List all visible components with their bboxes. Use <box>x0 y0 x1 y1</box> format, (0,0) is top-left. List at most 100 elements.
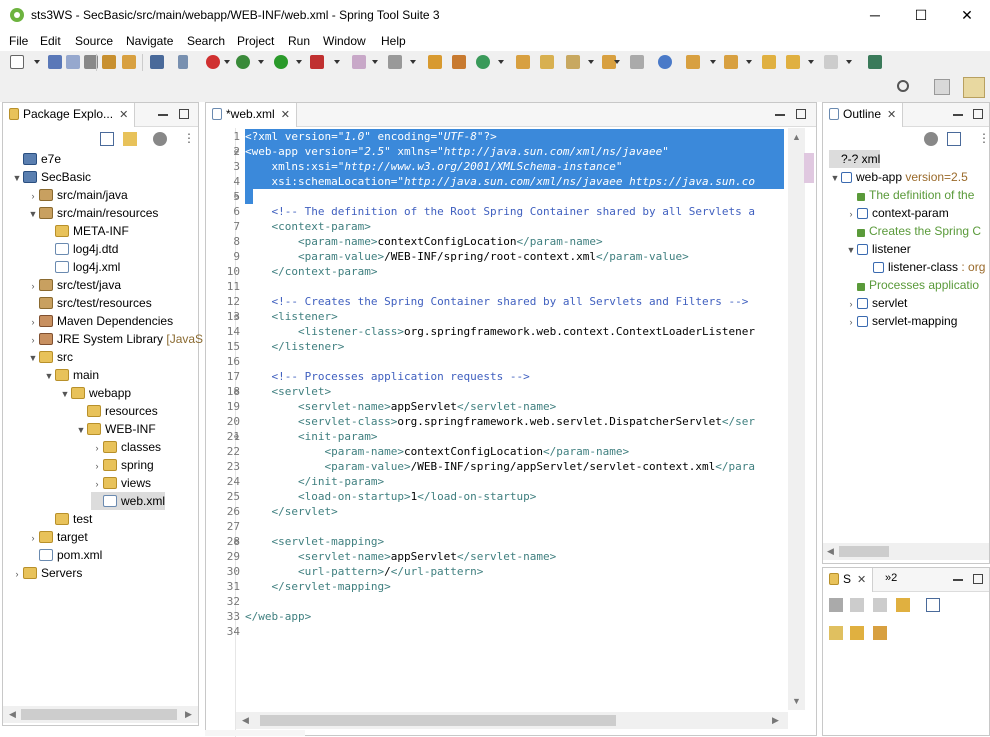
spring-boot-dropdown-icon[interactable] <box>224 60 230 64</box>
outline-hscroll[interactable]: ◀ <box>823 543 989 560</box>
maximize-button[interactable]: ☐ <box>898 0 944 31</box>
view-menu-icon[interactable]: ⋮ <box>183 131 195 145</box>
stop-icon[interactable] <box>352 55 366 69</box>
tree-item[interactable]: › target <box>27 528 88 546</box>
code-line[interactable]: <param-name>contextConfigLocation</param… <box>245 444 784 459</box>
code-line[interactable]: </web-app> <box>245 609 784 624</box>
tree-item[interactable]: ▼ WEB-INF <box>75 420 156 438</box>
minimize-button[interactable]: ─ <box>852 0 898 31</box>
open-perspective-icon[interactable] <box>934 79 950 95</box>
tree-item[interactable]: › spring <box>91 456 154 474</box>
new-server-icon[interactable] <box>829 626 843 640</box>
expand-toggle-icon[interactable]: ▼ <box>829 169 841 187</box>
maximize-panel-icon[interactable] <box>973 574 983 584</box>
close-icon[interactable]: ✕ <box>281 109 290 121</box>
fold-toggle-icon[interactable]: ⊖ <box>234 192 239 201</box>
open-folder-icon[interactable] <box>540 55 554 69</box>
tree-item[interactable]: e7e <box>11 150 61 168</box>
tree-item[interactable]: ▼ src <box>27 348 73 366</box>
code-line[interactable] <box>245 519 784 534</box>
debug-icon[interactable] <box>236 55 250 69</box>
minimize-panel-icon[interactable] <box>953 579 963 581</box>
close-icon[interactable]: ✕ <box>887 109 896 121</box>
previous-annotation-icon[interactable] <box>724 55 738 69</box>
expand-toggle-icon[interactable]: › <box>27 313 39 331</box>
filter-icon[interactable] <box>924 132 938 146</box>
code-line[interactable]: <listener> <box>245 309 784 324</box>
spring-perspective-icon[interactable] <box>963 77 985 98</box>
tab-package-explorer[interactable]: Package Explo... ✕ <box>3 103 136 127</box>
new-package-icon[interactable] <box>452 55 466 69</box>
expand-toggle-icon[interactable]: › <box>845 313 857 331</box>
menu-window[interactable]: Window <box>323 34 366 48</box>
tree-item[interactable]: › classes <box>91 438 162 456</box>
back-icon[interactable] <box>850 598 864 612</box>
back-dropdown-icon[interactable] <box>808 60 814 64</box>
tree-item[interactable]: › Maven Dependencies <box>27 312 174 331</box>
code-line[interactable]: </servlet> <box>245 504 784 519</box>
tab-outline[interactable]: Outline ✕ <box>823 103 904 127</box>
close-icon[interactable]: ✕ <box>857 574 866 586</box>
collapse-all-icon[interactable] <box>926 598 940 612</box>
code-line[interactable] <box>245 189 253 204</box>
save-all-icon[interactable] <box>66 55 80 69</box>
expand-toggle-icon[interactable]: › <box>91 457 103 475</box>
home-icon[interactable] <box>829 598 843 612</box>
code-line[interactable]: <servlet-class>org.springframework.web.s… <box>245 414 784 429</box>
editor-hscroll[interactable]: ◀ ▶ <box>236 712 788 729</box>
expand-toggle-icon[interactable]: ▼ <box>59 385 71 403</box>
code-line[interactable]: </context-param> <box>245 264 784 279</box>
forward-icon[interactable] <box>824 55 838 69</box>
outline-item[interactable]: › servlet-mapping <box>845 312 958 331</box>
new-class-dropdown-icon[interactable] <box>498 60 504 64</box>
outline-item[interactable]: › servlet <box>845 294 908 312</box>
expand-toggle-icon[interactable]: ▼ <box>75 421 87 439</box>
tree-item[interactable]: ▼ src/main/resources <box>27 204 159 223</box>
pin-icon[interactable] <box>178 55 188 69</box>
fold-toggle-icon[interactable]: ⊖ <box>234 537 239 546</box>
expand-toggle-icon[interactable]: ▼ <box>27 349 39 367</box>
new-class-icon[interactable] <box>476 55 490 69</box>
expand-toggle-icon[interactable]: ▼ <box>11 169 23 187</box>
editor-vscroll[interactable]: ▲ ▼ <box>788 128 805 710</box>
menu-run[interactable]: Run <box>288 34 310 48</box>
expand-toggle-icon[interactable]: › <box>91 475 103 493</box>
outline-item[interactable]: Processes applicatio <box>845 276 979 294</box>
code-editor[interactable]: 1 <?xml version="1.0" encoding="UTF-8"?> 2… <box>212 129 784 710</box>
fold-toggle-icon[interactable]: ⊖ <box>234 147 239 156</box>
filter-icon[interactable] <box>153 132 167 146</box>
build-dropdown-icon[interactable] <box>588 60 594 64</box>
expand-toggle-icon[interactable]: › <box>27 331 39 349</box>
code-line[interactable]: <param-value>/WEB-INF/spring/appServlet/… <box>245 459 784 474</box>
back-icon[interactable] <box>786 55 800 69</box>
tree-item[interactable]: › src/main/java <box>27 186 128 204</box>
tree-item[interactable]: › JRE System Library [JavaS <box>27 330 204 349</box>
code-line[interactable] <box>245 624 784 639</box>
code-line[interactable]: xsi:schemaLocation="http://java.sun.com/… <box>245 174 784 189</box>
menu-navigate[interactable]: Navigate <box>126 34 173 48</box>
next-annotation-icon[interactable] <box>686 55 700 69</box>
tab-servers[interactable]: S ✕ <box>823 568 874 592</box>
new-dropdown-icon[interactable] <box>34 60 40 64</box>
tree-item[interactable]: › src/test/java <box>27 276 122 294</box>
expand-toggle-icon[interactable]: ▼ <box>845 241 857 259</box>
code-line[interactable] <box>245 279 784 294</box>
code-line[interactable]: <servlet-name>appServlet</servlet-name> <box>245 399 784 414</box>
code-line[interactable]: <!-- Processes application requests --> <box>245 369 784 384</box>
tree-item[interactable]: ▼ main <box>43 366 99 384</box>
link-with-editor-icon[interactable] <box>123 132 137 146</box>
tree-item[interactable]: › Servers <box>11 564 83 583</box>
outline-item[interactable]: ▼ web-app version=2.5 <box>829 168 968 186</box>
code-line[interactable]: <servlet> <box>245 384 784 399</box>
expand-toggle-icon[interactable]: › <box>11 565 23 583</box>
search-icon[interactable] <box>897 80 909 92</box>
code-line[interactable]: <init-param> <box>245 429 784 444</box>
tree-item[interactable]: META-INF <box>43 222 129 240</box>
code-line[interactable]: </servlet-mapping> <box>245 579 784 594</box>
forward-icon[interactable] <box>873 598 887 612</box>
external-tools-dropdown-icon[interactable] <box>334 60 340 64</box>
expand-toggle-icon[interactable]: ▼ <box>27 205 39 223</box>
fold-toggle-icon[interactable]: ⊖ <box>234 387 239 396</box>
tree-item[interactable]: ▼ SecBasic <box>11 168 92 187</box>
new-icon[interactable] <box>10 55 24 69</box>
